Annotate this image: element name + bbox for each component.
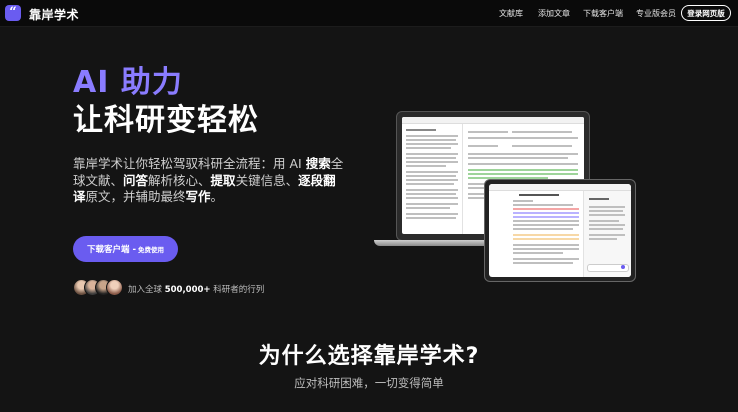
desc-text: 靠岸学术让你轻松驾驭科研全流程：用 AI [73, 156, 306, 171]
download-label: 下载客户端 - [87, 245, 136, 255]
desc-keyword: 搜索 [305, 156, 331, 171]
login-web-button[interactable]: 登录网页版 [681, 5, 731, 21]
tablet-screen [489, 184, 631, 277]
top-navigation-bar: “ 靠岸学术 文献库 添加文章 下载客户端 专业版会员 登录网页版 [0, 0, 738, 27]
section-title: 为什么选择靠岸学术? [258, 344, 480, 369]
join-prefix: 加入全球 [128, 285, 165, 295]
desc-keyword: 问答 [123, 172, 149, 188]
download-free-label: 免费使用 [138, 246, 164, 254]
hero-description: 靠岸学术让你轻松驾驭科研全流程：用 AI 搜索全球文献、问答解析核心、提取关键信… [73, 156, 348, 206]
desc-keyword: 提取 [210, 172, 236, 188]
desc-text: 解析核心、 [148, 172, 211, 188]
nav-item-pro-membership[interactable]: 专业版会员 [636, 8, 676, 19]
join-suffix: 科研者的行列 [210, 285, 265, 295]
brand-name[interactable]: 靠岸学术 [29, 6, 79, 23]
join-count: 500,000+ [164, 285, 211, 295]
nav-item-download-client[interactable]: 下载客户端 [583, 8, 623, 19]
avatar [106, 279, 123, 296]
desc-keyword: 写作 [185, 189, 211, 204]
nav-item-library[interactable]: 文献库 [499, 8, 523, 19]
desc-text: 原文，并辅助最终 [85, 189, 186, 204]
desc-text: 。 [210, 189, 224, 204]
join-researchers-text: 加入全球 500,000+ 科研者的行列 [128, 283, 264, 295]
download-client-button[interactable]: 下载客户端 - 免费使用 [73, 236, 178, 262]
user-avatars [73, 279, 123, 296]
tablet-mockup-image [484, 179, 636, 282]
nav-item-add-article[interactable]: 添加文章 [538, 8, 570, 19]
hero-title-main: 让科研变轻松 [73, 103, 259, 138]
desc-text: 关键信息、 [235, 172, 299, 188]
section-subtitle: 应对科研困难，一切变得简单 [294, 376, 444, 390]
brand-logo-icon[interactable]: “ [5, 5, 21, 21]
